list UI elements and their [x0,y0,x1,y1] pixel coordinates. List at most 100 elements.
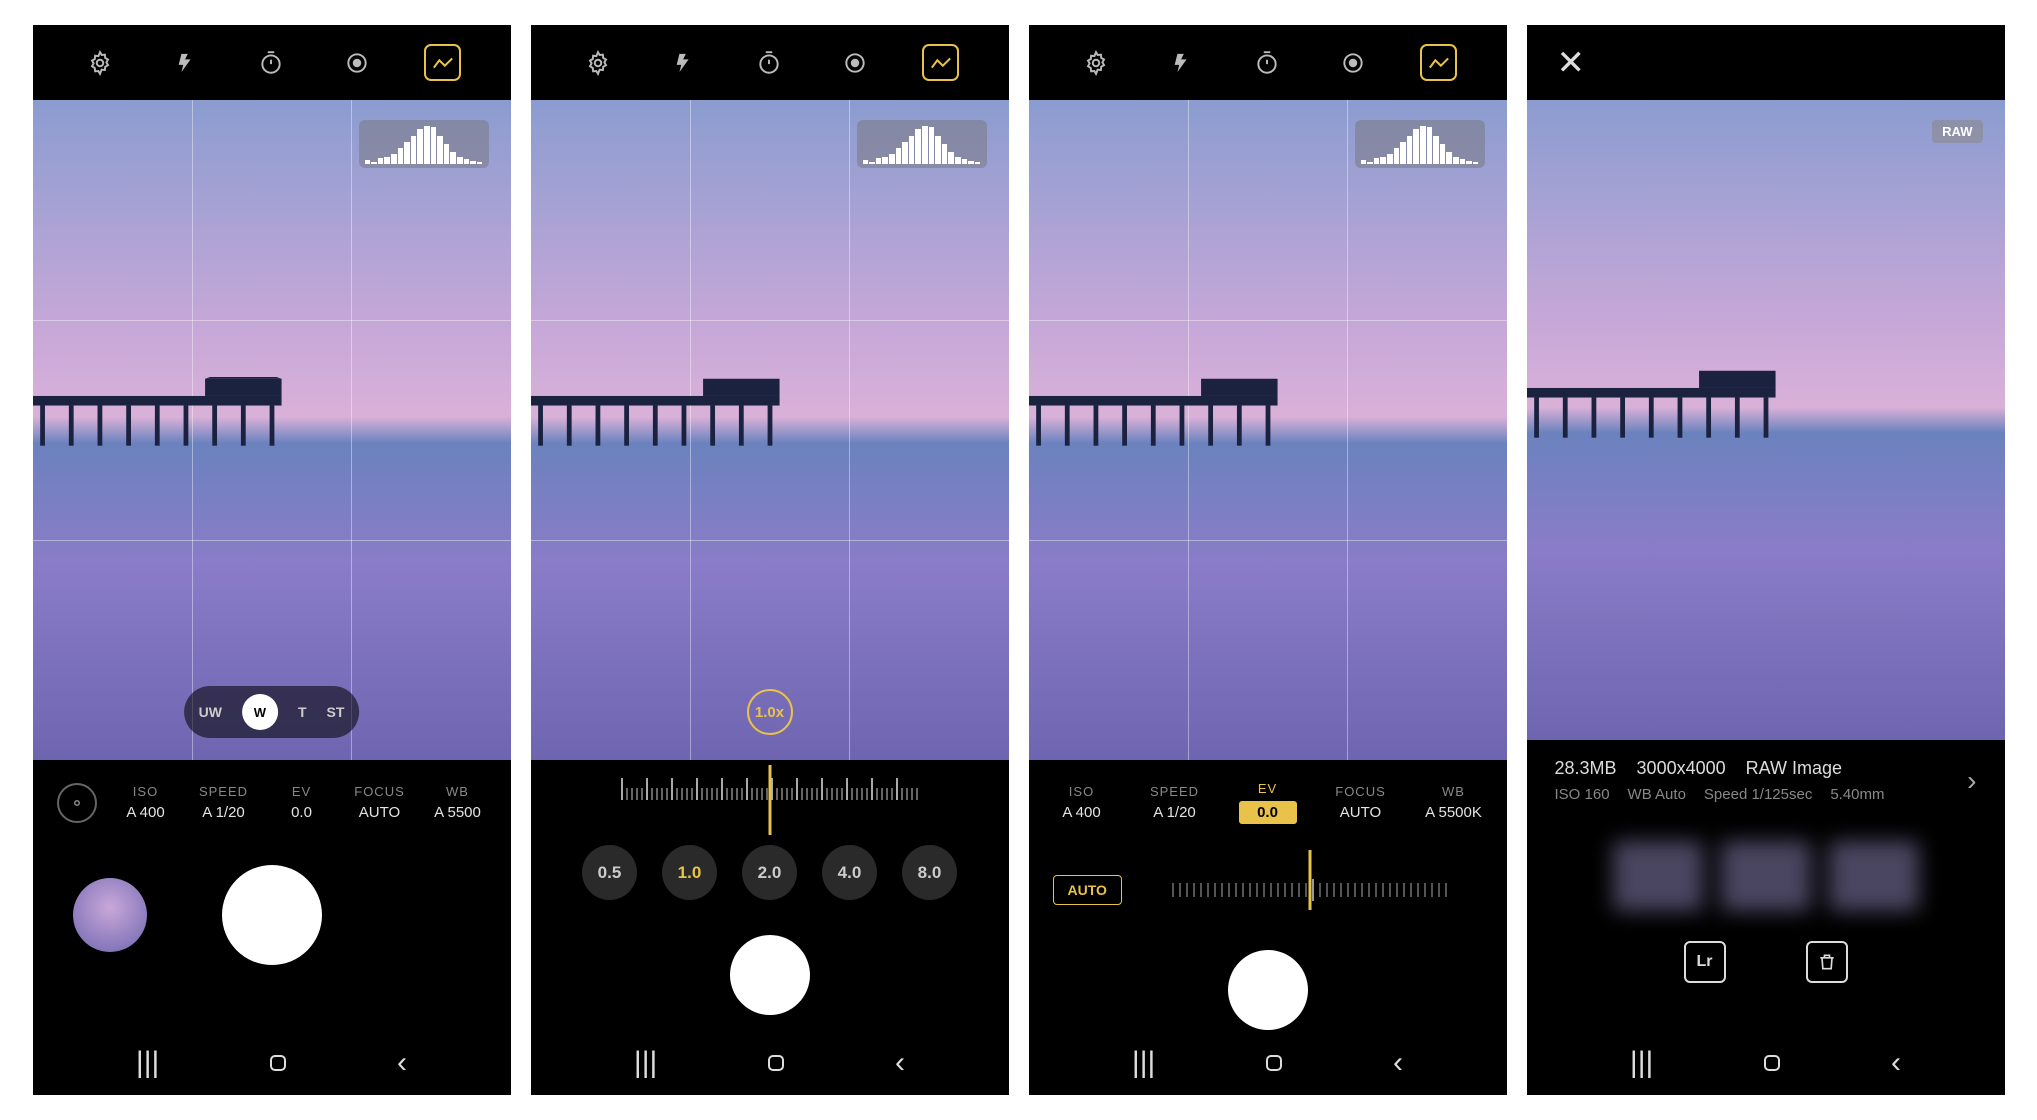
home-button[interactable] [266,1051,290,1075]
level-icon[interactable] [1420,44,1457,81]
filmstrip[interactable] [1527,821,2005,931]
param-iso[interactable]: ISOA 400 [117,784,175,821]
shutter-row [1029,940,1507,1040]
param-speed[interactable]: SPEEDA 1/20 [1146,784,1204,821]
scene-pier [33,377,320,457]
grid-line [1029,320,1507,321]
exposure-params: ISOA 400 SPEEDA 1/20 EV0.0 FOCUSAUTO WBA… [1029,760,1507,840]
meta-speed: Speed 1/125sec [1704,786,1812,803]
level-icon[interactable] [424,44,461,81]
viewfinder[interactable]: UW W T ST [33,100,511,760]
recents-button[interactable]: ||| [136,1046,159,1080]
zoom-8.0[interactable]: 8.0 [902,845,957,900]
lens-w[interactable]: W [242,694,278,730]
lens-t[interactable]: T [298,704,307,720]
chevron-right-icon[interactable]: › [1967,765,1976,797]
metering-mode-icon[interactable] [57,783,97,823]
param-speed[interactable]: SPEEDA 1/20 [195,784,253,821]
shutter-button[interactable] [730,935,810,1015]
recents-button[interactable]: ||| [634,1046,657,1080]
photo-metadata: 28.3MB 3000x4000 RAW Image ISO 160 WB Au… [1527,740,2005,821]
timer-icon[interactable] [1249,44,1286,81]
review-actions: Lr [1527,941,2005,983]
back-button[interactable]: ‹ [1393,1046,1403,1080]
histogram [857,120,987,168]
grid-line [33,540,511,541]
screen-4-review: ✕ RAW 28.3MB 3000x4000 RAW Image ISO 160… [1527,25,2005,1095]
photo-preview[interactable]: RAW [1527,100,2005,740]
home-button[interactable] [764,1051,788,1075]
flash-icon[interactable] [665,44,702,81]
recents-button[interactable]: ||| [1630,1046,1653,1080]
lens-uw[interactable]: UW [199,704,222,720]
grid-line [531,540,1009,541]
zoom-needle [768,765,771,835]
grid-line [1347,100,1348,760]
ev-auto-button[interactable]: AUTO [1053,875,1122,905]
android-navbar: ||| ‹ [33,1030,511,1095]
shutter-row [33,850,511,980]
param-focus[interactable]: FOCUSAUTO [351,784,409,821]
settings-icon[interactable] [1078,44,1115,81]
meta-focal: 5.40mm [1830,786,1884,803]
zoom-4.0[interactable]: 4.0 [822,845,877,900]
grid-line [531,320,1009,321]
zoom-1.0[interactable]: 1.0 [662,845,717,900]
close-icon[interactable]: ✕ [1557,43,1586,83]
param-ev[interactable]: EV0.0 [273,784,331,821]
grid-line [33,320,511,321]
shutter-button[interactable] [1228,950,1308,1030]
meta-dimensions: 3000x4000 [1637,758,1726,779]
param-wb[interactable]: WBA 5500 [429,784,487,821]
level-icon[interactable] [922,44,959,81]
lightroom-button[interactable]: Lr [1684,941,1726,983]
lens-selector[interactable]: UW W T ST [184,686,360,738]
settings-icon[interactable] [580,44,617,81]
screen-1-camera-pro: UW W T ST ISOA 400 SPEEDA 1/20 EV0.0 FOC… [33,25,511,1095]
zoom-ruler[interactable] [531,760,1009,805]
top-toolbar [1029,25,1507,100]
zoom-2.0[interactable]: 2.0 [742,845,797,900]
home-button[interactable] [1262,1051,1286,1075]
param-wb[interactable]: WBA 5500K [1425,784,1483,821]
meta-size: 28.3MB [1555,758,1617,779]
viewfinder[interactable]: 1.0x [531,100,1009,760]
ev-slider[interactable]: AUTO [1029,850,1507,930]
screen-2-zoom: 1.0x 0.5 1.0 2.0 4.0 8.0 ||| ‹ [531,25,1009,1095]
shutter-button[interactable] [222,865,322,965]
zoom-indicator[interactable]: 1.0x [747,689,793,735]
scene-pier [531,377,818,457]
param-ev[interactable]: EV0.0 [1239,781,1297,824]
param-focus[interactable]: FOCUSAUTO [1332,784,1390,821]
scene-pier [1029,377,1316,457]
back-button[interactable]: ‹ [895,1046,905,1080]
timer-icon[interactable] [751,44,788,81]
home-button[interactable] [1760,1051,1784,1075]
back-button[interactable]: ‹ [1891,1046,1901,1080]
review-topbar: ✕ [1527,25,2005,100]
metering-icon[interactable] [339,44,376,81]
viewfinder[interactable] [1029,100,1507,760]
recents-button[interactable]: ||| [1132,1046,1155,1080]
flash-icon[interactable] [1163,44,1200,81]
android-navbar: ||| ‹ [1029,1030,1507,1095]
meta-type: RAW Image [1746,758,1842,779]
ev-track[interactable] [1137,870,1483,910]
lens-st[interactable]: ST [327,704,345,720]
meta-wb: WB Auto [1628,786,1686,803]
metering-icon[interactable] [837,44,874,81]
gallery-thumbnail[interactable] [73,878,147,952]
back-button[interactable]: ‹ [397,1046,407,1080]
param-iso[interactable]: ISOA 400 [1053,784,1111,821]
grid-line [351,100,352,760]
delete-button[interactable] [1806,941,1848,983]
screen-3-ev: ISOA 400 SPEEDA 1/20 EV0.0 FOCUSAUTO WBA… [1029,25,1507,1095]
zoom-presets: 0.5 1.0 2.0 4.0 8.0 [531,845,1009,900]
timer-icon[interactable] [253,44,290,81]
settings-icon[interactable] [82,44,119,81]
zoom-0.5[interactable]: 0.5 [582,845,637,900]
meta-iso: ISO 160 [1555,786,1610,803]
exposure-params: ISOA 400 SPEEDA 1/20 EV0.0 FOCUSAUTO WBA… [33,760,511,840]
flash-icon[interactable] [167,44,204,81]
metering-icon[interactable] [1335,44,1372,81]
